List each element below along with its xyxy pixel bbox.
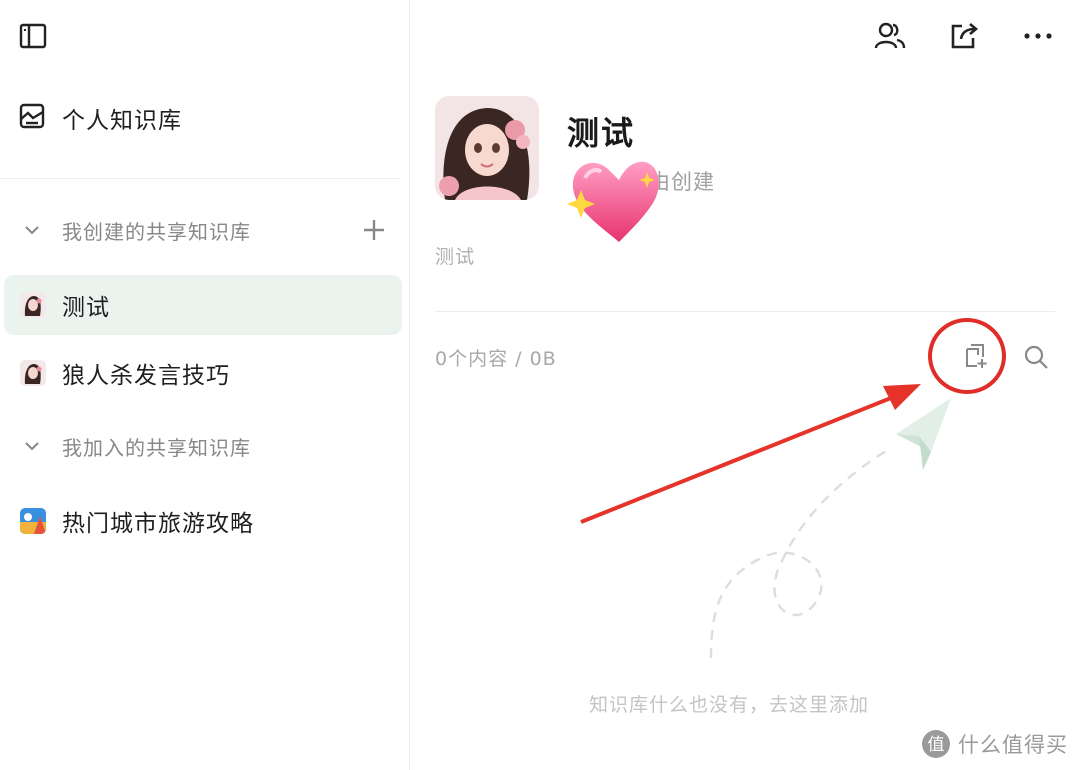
- sidebar-item-personal-kb[interactable]: 个人知识库: [18, 98, 182, 138]
- sidebar-item-label: 狼人杀发言技巧: [62, 363, 230, 389]
- share-icon[interactable]: [946, 18, 982, 54]
- watermark: 值 什么值得买: [920, 728, 1068, 760]
- section-label: 我创建的共享知识库: [62, 219, 251, 244]
- smzdm-logo-icon: 值: [922, 730, 950, 758]
- watermark-text: 什么值得买: [958, 733, 1068, 757]
- kb-stats: 0个内容 / 0B: [435, 348, 557, 370]
- annotation-arrow: [571, 372, 941, 532]
- sidebar-item-label: 测试: [62, 295, 110, 321]
- chevron-down-icon[interactable]: [22, 220, 42, 240]
- sidebar-toggle-icon[interactable]: [18, 22, 48, 50]
- section-label: 我加入的共享知识库: [62, 435, 251, 460]
- sidebar-item-label: 热门城市旅游攻略: [62, 511, 254, 537]
- sidebar: 个人知识库 我创建的共享知识库 测试 狼人杀发言技巧 我加入的共享知识库 热门城…: [0, 0, 410, 770]
- created-shared-kb-section[interactable]: 我创建的共享知识库: [22, 212, 392, 248]
- add-kb-plus-icon[interactable]: [360, 216, 388, 244]
- chevron-down-icon[interactable]: [22, 436, 42, 456]
- more-icon[interactable]: [1020, 18, 1056, 54]
- joined-shared-kb-section[interactable]: 我加入的共享知识库: [22, 428, 392, 464]
- knowledge-base-icon: [18, 102, 46, 134]
- heart-sticker-icon: [559, 150, 663, 244]
- members-icon[interactable]: [872, 18, 908, 54]
- kb-title: 测试: [567, 114, 636, 152]
- sidebar-item-kb-travel[interactable]: 热门城市旅游攻略: [4, 491, 402, 551]
- search-icon[interactable]: [1021, 342, 1051, 372]
- content-divider: [435, 311, 1055, 312]
- kb-avatar-icon: [20, 508, 46, 534]
- kb-cover-avatar: [435, 96, 539, 200]
- kb-description: 测试: [435, 246, 476, 268]
- svg-text:值: 值: [928, 735, 945, 755]
- kb-avatar-icon: [20, 360, 46, 386]
- top-actions: [872, 18, 1056, 54]
- main-panel: 测试 由创建 测试 0个内容 / 0B 知识库什么也没有，去这里添加 值 什么值…: [411, 0, 1080, 770]
- sidebar-item-kb-test[interactable]: 测试: [4, 275, 402, 335]
- sidebar-divider: [0, 178, 400, 179]
- kb-avatar-icon: [20, 292, 46, 318]
- sidebar-item-kb-werewolf[interactable]: 狼人杀发言技巧: [4, 343, 402, 403]
- empty-state-message: 知识库什么也没有，去这里添加: [589, 694, 870, 716]
- sidebar-item-label: 个人知识库: [62, 108, 182, 134]
